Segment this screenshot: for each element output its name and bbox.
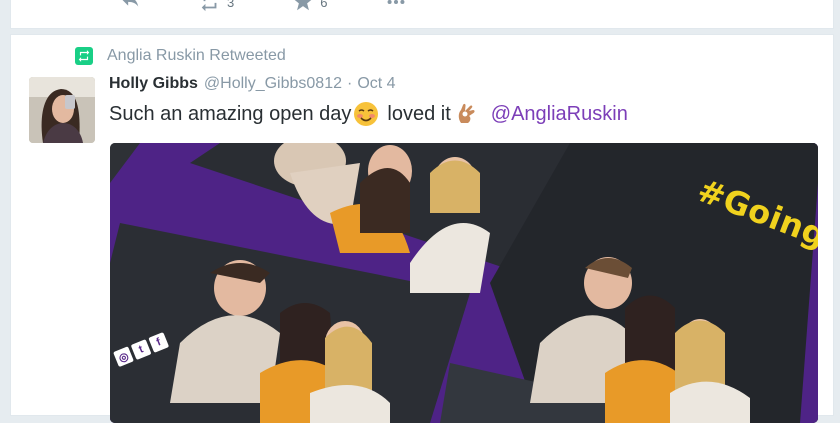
- retweet-badge-icon: [75, 47, 93, 65]
- author-username[interactable]: @Holly_Gibbs0812: [204, 75, 342, 93]
- mention-link[interactable]: @AngliaRuskin: [491, 103, 628, 126]
- retweeted-by-label[interactable]: Anglia Ruskin Retweeted: [107, 47, 286, 65]
- like-count: 6: [320, 0, 328, 10]
- like-icon: [294, 0, 312, 11]
- avatar[interactable]: [29, 77, 95, 143]
- retweet-icon: [201, 0, 217, 12]
- header-separator: ·: [347, 75, 353, 92]
- reply-icon: [122, 0, 139, 7]
- more-button[interactable]: [385, 0, 407, 13]
- tweet-text: Such an amazing open day loved it @Angli…: [109, 101, 628, 127]
- retweet-button[interactable]: 3: [199, 0, 234, 13]
- more-icon: [388, 0, 405, 5]
- tweet-card[interactable]: Anglia Ruskin Retweeted Holly Gibbs @Hol…: [10, 34, 834, 423]
- reply-button[interactable]: [119, 0, 141, 13]
- previous-tweet-card: 3 6: [10, 0, 834, 29]
- smiling-face-with-blush-emoji-icon: [354, 102, 379, 126]
- tweet-text-part1: Such an amazing open day: [109, 102, 352, 125]
- tweet-header: Holly Gibbs @Holly_Gibbs0812 · Oct 4: [109, 75, 396, 93]
- author-fullname[interactable]: Holly Gibbs: [109, 75, 198, 93]
- like-button[interactable]: 6: [292, 0, 327, 13]
- tweet-media-photo[interactable]: #GoingtoARU ◎ t f: [110, 143, 818, 423]
- ok-hand-emoji-icon: [458, 103, 475, 123]
- tweet-text-part2: loved it: [387, 102, 451, 125]
- tweet-actions: 3 6: [119, 0, 465, 14]
- tweet-date[interactable]: Oct 4: [357, 75, 395, 93]
- retweet-context: Anglia Ruskin Retweeted: [75, 47, 286, 65]
- retweet-count: 3: [227, 0, 235, 10]
